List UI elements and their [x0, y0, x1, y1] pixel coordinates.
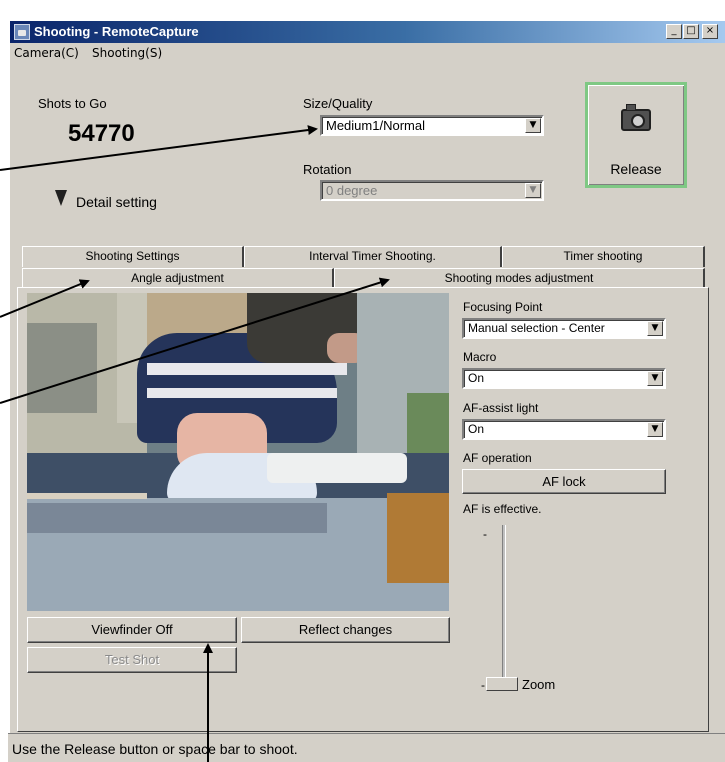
shots-to-go-label: Shots to Go — [38, 96, 107, 111]
size-quality-select[interactable]: Medium1/Normal ▼ — [320, 115, 544, 136]
window-title: Shooting - RemoteCapture — [34, 24, 199, 39]
tab-timer-shooting[interactable]: Timer shooting — [502, 246, 705, 267]
chevron-down-icon[interactable] — [55, 190, 67, 206]
release-button[interactable]: Release — [585, 82, 687, 188]
dropdown-arrow-icon[interactable]: ▼ — [647, 321, 663, 336]
focusing-point-value: Manual selection - Center — [468, 321, 605, 335]
tab-shooting-settings[interactable]: Shooting Settings — [22, 246, 244, 267]
rotation-select: 0 degree ▼ — [320, 180, 544, 201]
shots-to-go-value: 54770 — [68, 120, 135, 147]
af-assist-light-label: AF-assist light — [463, 401, 539, 415]
size-quality-value: Medium1/Normal — [326, 118, 425, 133]
app-icon — [14, 24, 30, 40]
tab-interval-timer-shooting[interactable]: Interval Timer Shooting. — [244, 246, 502, 267]
focusing-point-select[interactable]: Manual selection - Center ▼ — [462, 318, 666, 339]
dropdown-arrow-icon[interactable]: ▼ — [647, 422, 663, 437]
dropdown-arrow-icon: ▼ — [525, 183, 541, 198]
title-bar: Shooting - RemoteCapture _ □ × — [10, 21, 725, 43]
macro-value: On — [468, 371, 485, 385]
macro-select[interactable]: On ▼ — [462, 368, 666, 389]
zoom-slider-thumb[interactable] — [486, 677, 518, 691]
status-bar: Use the Release button or space bar to s… — [8, 733, 725, 762]
maximize-icon[interactable]: □ — [683, 24, 699, 39]
rotation-label: Rotation — [303, 162, 352, 177]
af-operation-label: AF operation — [463, 451, 532, 465]
af-status-text: AF is effective. — [463, 502, 542, 516]
detail-setting-label[interactable]: Detail setting — [76, 194, 157, 210]
status-text: Use the Release button or space bar to s… — [12, 741, 298, 757]
zoom-minus-label: - — [483, 527, 487, 541]
size-quality-label: Size/Quality — [303, 96, 373, 111]
zoom-slider-track[interactable] — [502, 525, 506, 685]
menu-shooting[interactable]: Shooting(S) — [92, 46, 162, 60]
menu-bar: Camera(C) Shooting(S) — [10, 43, 725, 63]
zoom-minus-label: - — [481, 678, 485, 692]
menu-camera[interactable]: Camera(C) — [14, 46, 79, 60]
minimize-icon[interactable]: _ — [666, 24, 682, 39]
viewfinder-image — [27, 293, 449, 611]
test-shot-button: Test Shot — [27, 647, 237, 673]
rotation-value: 0 degree — [326, 183, 378, 198]
tab-shooting-modes-adjustment[interactable]: Shooting modes adjustment — [334, 268, 705, 289]
viewfinder-off-button[interactable]: Viewfinder Off — [27, 617, 237, 643]
dropdown-arrow-icon[interactable]: ▼ — [647, 371, 663, 386]
zoom-label: Zoom — [522, 677, 556, 692]
dropdown-arrow-icon[interactable]: ▼ — [525, 118, 541, 133]
af-assist-light-value: On — [468, 422, 485, 436]
focusing-point-label: Focusing Point — [463, 300, 543, 314]
af-lock-button[interactable]: AF lock — [462, 469, 666, 494]
tab-angle-adjustment[interactable]: Angle adjustment — [22, 268, 334, 289]
macro-label: Macro — [463, 350, 497, 364]
af-assist-light-select[interactable]: On ▼ — [462, 419, 666, 440]
reflect-changes-button[interactable]: Reflect changes — [241, 617, 450, 643]
release-label: Release — [610, 161, 662, 177]
camera-icon — [621, 104, 651, 131]
close-icon[interactable]: × — [702, 24, 718, 39]
